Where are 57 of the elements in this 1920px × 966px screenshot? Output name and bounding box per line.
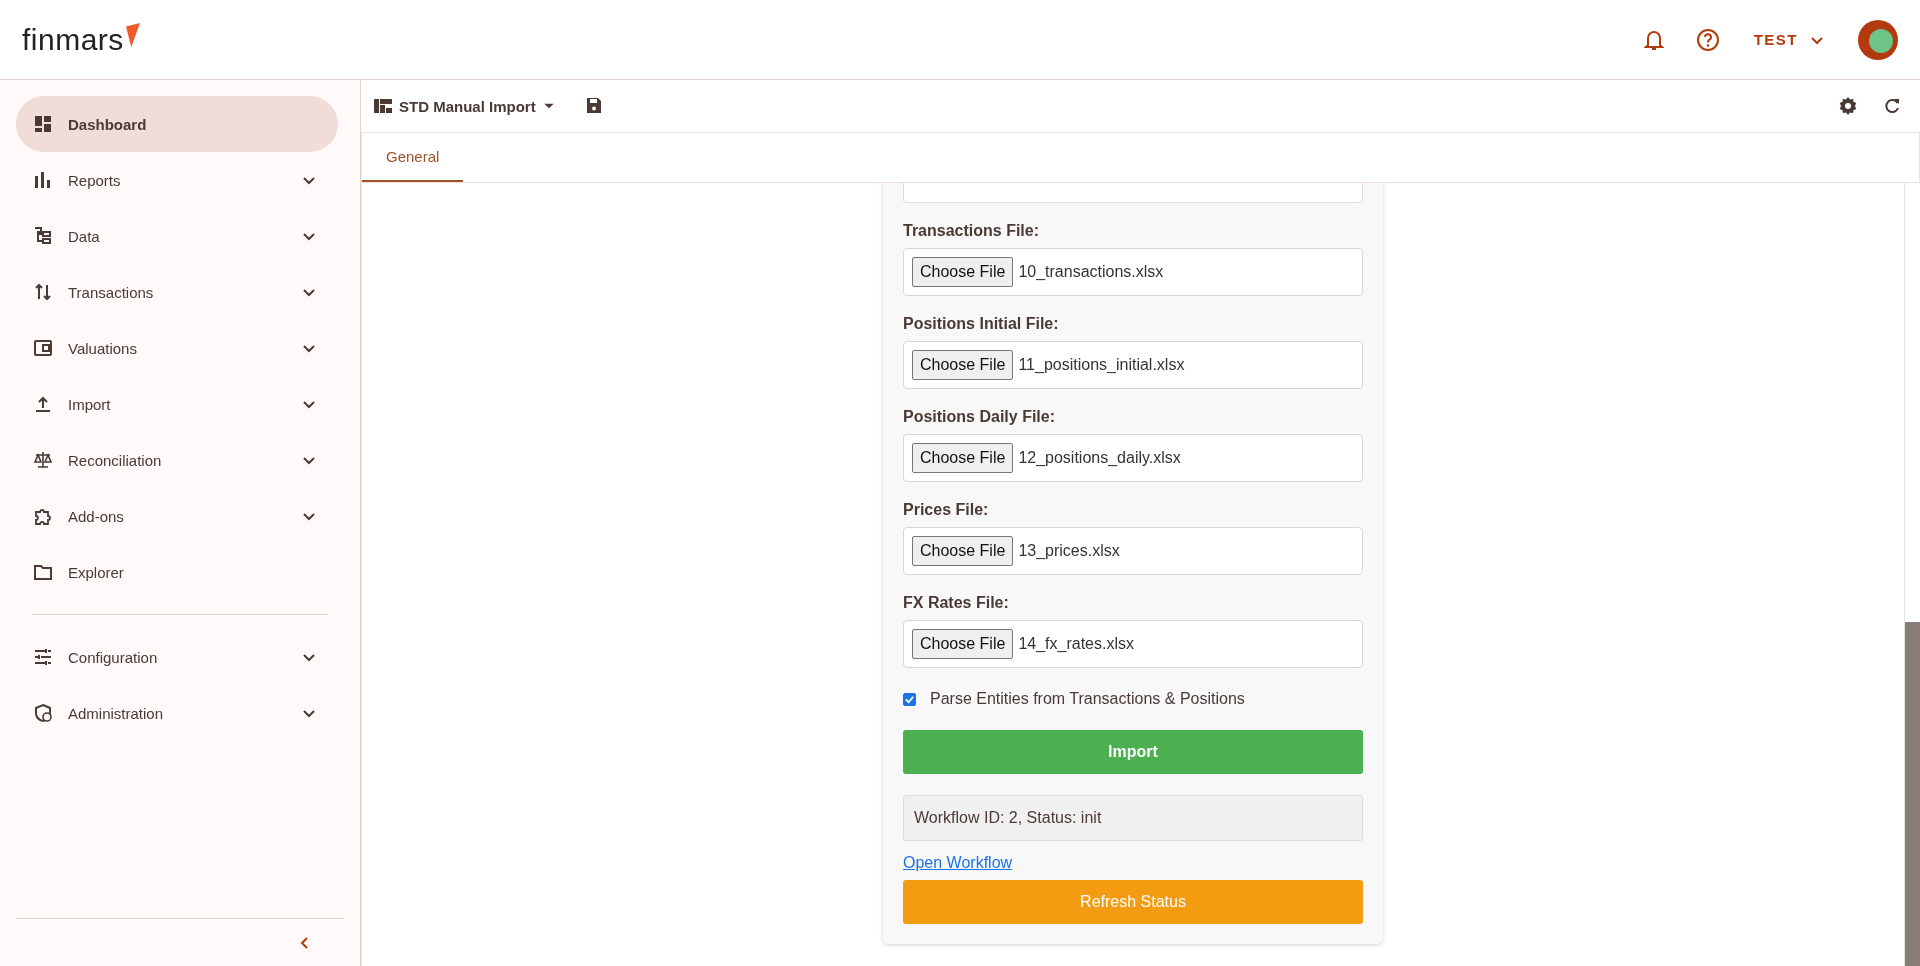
field-label: Positions Initial File: — [903, 315, 1060, 333]
avatar-icon[interactable] — [1858, 19, 1898, 60]
field-label: Transactions File: — [903, 222, 1041, 240]
logo-text: finmars — [22, 22, 124, 57]
open-workflow-link[interactable]: Open Workflow — [903, 854, 1013, 872]
sidebar-item[interactable]: Configuration — [16, 629, 338, 685]
file-name: 12_positions_daily.xlsx — [1018, 449, 1181, 467]
settings-icon[interactable] — [1838, 96, 1858, 116]
wallet-icon — [33, 338, 53, 358]
layout-icon — [373, 96, 393, 116]
layout-selector[interactable]: STD Manual Import — [369, 94, 560, 118]
file-field[interactable]: Choose File 14_fx_rates.xlsx — [903, 620, 1363, 668]
upload-icon — [33, 394, 53, 414]
file-field[interactable]: Choose File 10_transactions.xlsx — [903, 248, 1363, 296]
shield-icon — [33, 703, 53, 723]
choose-file-button[interactable]: Choose File — [912, 536, 1014, 566]
dashboard-icon — [33, 114, 53, 134]
field-label: FX Rates File: — [903, 594, 1010, 612]
swap-arrows-icon — [33, 282, 53, 302]
field-label: Positions Daily File: — [903, 408, 1057, 426]
sidebar-item[interactable]: Add-ons — [16, 488, 338, 544]
choose-file-button[interactable]: Choose File — [912, 629, 1014, 659]
tab[interactable]: General — [362, 133, 464, 182]
sliders-icon — [33, 647, 53, 667]
sidebar-item[interactable]: Reports — [16, 152, 338, 208]
field-label: Prices File: — [903, 501, 990, 519]
sidebar-item[interactable]: Dashboard — [16, 96, 338, 152]
file-name: 11_positions_initial.xlsx — [1018, 356, 1185, 374]
choose-file-button[interactable]: Choose File — [912, 443, 1014, 473]
file-name: 13_prices.xlsx — [1018, 542, 1120, 560]
sidebar-item[interactable]: Administration — [16, 685, 338, 741]
checkbox-label: Parse Entities from Transactions & Positions — [930, 690, 1245, 708]
sidebar-item[interactable]: Transactions — [16, 264, 338, 320]
scrollbar-thumb[interactable] — [1905, 622, 1920, 966]
choose-file-button[interactable]: Choose File — [912, 350, 1014, 380]
choose-file-button[interactable]: Choose File — [912, 257, 1014, 287]
status-field: Workflow ID: 2, Status: init — [903, 795, 1363, 841]
sidebar-item[interactable]: Reconciliation — [16, 432, 338, 488]
logo-mark-icon — [125, 22, 140, 49]
account-menu[interactable]: TEST — [1749, 27, 1828, 52]
bar-chart-icon — [33, 170, 53, 190]
scale-icon — [33, 450, 53, 470]
sidebar-item[interactable]: Data — [16, 208, 338, 264]
refresh-icon[interactable] — [1882, 96, 1902, 116]
file-name: 14_fx_rates.xlsx — [1018, 635, 1134, 653]
sidebar-item[interactable]: Explorer — [16, 544, 338, 600]
puzzle-icon — [33, 506, 53, 526]
help-icon[interactable] — [1695, 27, 1720, 52]
folder-icon — [33, 562, 53, 582]
hierarchy-icon — [33, 226, 53, 246]
checkbox[interactable] — [903, 692, 916, 706]
sidebar-item[interactable]: Valuations — [16, 320, 338, 376]
file-field[interactable]: Choose File 13_prices.xlsx — [903, 527, 1363, 575]
file-field[interactable]: Choose File 11_positions_initial.xlsx — [903, 341, 1363, 389]
file-name: 10_transactions.xlsx — [1018, 263, 1164, 281]
file-field[interactable]: Choose File 12_positions_daily.xlsx — [903, 434, 1363, 482]
sidebar-item[interactable]: Import — [16, 376, 338, 432]
